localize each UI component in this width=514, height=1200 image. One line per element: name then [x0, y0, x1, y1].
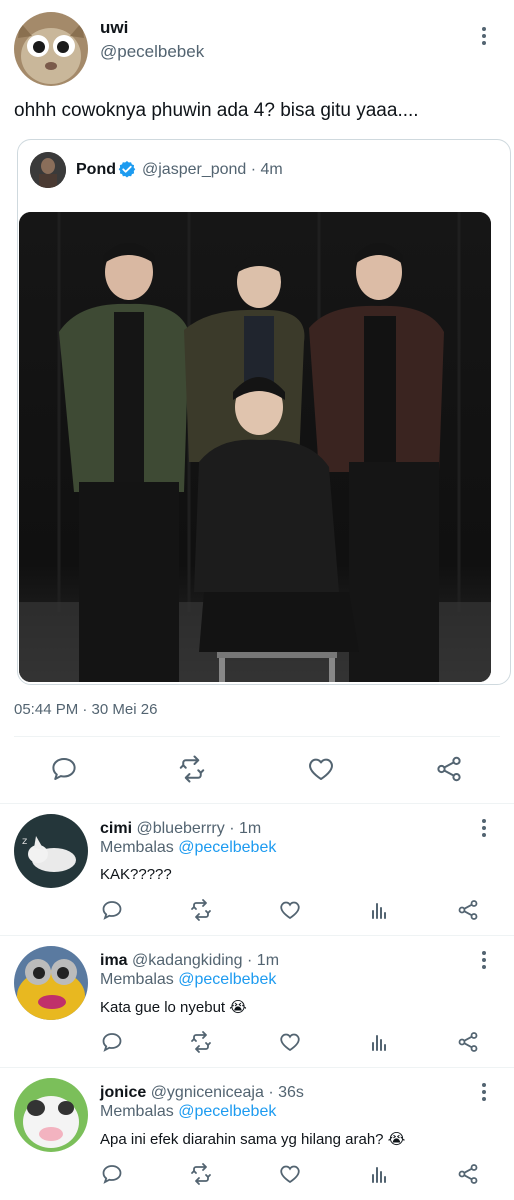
replying-to-link[interactable]: @pecelbebek [178, 839, 276, 856]
reply-text-content: Kata gue lo nyebut [100, 999, 230, 1016]
tweet-timestamp[interactable]: 05:44 PM · 30 Mei 26 [14, 701, 157, 718]
retweet-icon[interactable] [177, 754, 207, 784]
reply-header: jonice @ygniceniceaja · 36s [100, 1084, 304, 1102]
reply-author-name[interactable]: cimi [100, 820, 132, 837]
more-vertical-icon[interactable] [474, 1080, 494, 1104]
replying-to-link[interactable]: @pecelbebek [178, 1103, 276, 1120]
replying-to: Membalas @pecelbebek [100, 839, 276, 857]
reply-item[interactable]: ima @kadangkiding · 1m Membalas @pecelbe… [0, 936, 514, 1068]
reply-author-handle[interactable]: @kadangkiding · 1m [132, 952, 279, 969]
retweet-icon[interactable] [189, 898, 213, 922]
share-icon[interactable] [456, 898, 480, 922]
like-icon[interactable] [306, 754, 336, 784]
more-vertical-icon[interactable] [474, 24, 494, 48]
reply-text: Kata gue lo nyebut 😭 [100, 998, 247, 1016]
reply-icon[interactable] [100, 1162, 124, 1186]
reply-author-name[interactable]: jonice [100, 1084, 146, 1101]
reply-avatar[interactable] [14, 946, 88, 1020]
reply-avatar[interactable] [14, 1078, 88, 1152]
quoted-author-handle[interactable]: @jasper_pond · 4m [142, 161, 283, 179]
reply-header: ima @kadangkiding · 1m [100, 952, 279, 970]
reply-author-handle[interactable]: @ygniceniceaja · 36s [151, 1084, 304, 1101]
crying-emoji-icon: 😭 [387, 1131, 406, 1148]
retweet-icon[interactable] [189, 1162, 213, 1186]
reply-text-content: Apa ini efek diarahin sama yg hilang ara… [100, 1131, 388, 1148]
reply-text: KAK????? [100, 866, 172, 883]
crying-emoji-icon: 😭 [229, 999, 247, 1016]
quoted-author-name[interactable]: Pond [76, 161, 116, 179]
replying-label: Membalas [100, 839, 174, 856]
share-icon[interactable] [456, 1030, 480, 1054]
reply-action-bar [100, 896, 500, 924]
replying-label: Membalas [100, 1103, 174, 1120]
more-vertical-icon[interactable] [474, 816, 494, 840]
replying-label: Membalas [100, 971, 174, 988]
quoted-tweet[interactable]: Pond @jasper_pond · 4m [17, 139, 511, 685]
like-icon[interactable] [278, 1162, 302, 1186]
verified-badge-icon [118, 160, 136, 178]
author-handle[interactable]: @pecelbebek [100, 42, 204, 62]
quoted-author-avatar[interactable] [30, 152, 66, 188]
replying-to-link[interactable]: @pecelbebek [178, 971, 276, 988]
reply-action-bar [100, 1028, 500, 1056]
reply-item[interactable]: z cimi @blueberrry · 1m Membalas @pecelb… [0, 804, 514, 936]
stats-icon[interactable] [367, 1030, 391, 1054]
svg-text:z: z [22, 836, 27, 847]
reply-action-bar [100, 1160, 500, 1188]
quoted-photo[interactable] [19, 212, 491, 682]
share-icon[interactable] [456, 1162, 480, 1186]
share-icon[interactable] [434, 754, 464, 784]
reply-text: Apa ini efek diarahin sama yg hilang ara… [100, 1130, 405, 1148]
like-icon[interactable] [278, 1030, 302, 1054]
reply-icon[interactable] [49, 754, 79, 784]
more-vertical-icon[interactable] [474, 948, 494, 972]
tweet-text: ohhh cowoknya phuwin ada 4? bisa gitu ya… [14, 100, 419, 121]
reply-author-handle[interactable]: @blueberrry · 1m [136, 820, 261, 837]
author-avatar[interactable] [14, 12, 88, 86]
stats-icon[interactable] [367, 898, 391, 922]
reply-item[interactable]: jonice @ygniceniceaja · 36s Membalas @pe… [0, 1068, 514, 1200]
like-icon[interactable] [278, 898, 302, 922]
reply-author-name[interactable]: ima [100, 952, 128, 969]
stats-icon[interactable] [367, 1162, 391, 1186]
reply-icon[interactable] [100, 1030, 124, 1054]
author-name[interactable]: uwi [100, 18, 128, 38]
divider [14, 736, 500, 737]
replying-to: Membalas @pecelbebek [100, 1103, 276, 1121]
reply-header: cimi @blueberrry · 1m [100, 820, 261, 838]
reply-icon[interactable] [100, 898, 124, 922]
retweet-icon[interactable] [189, 1030, 213, 1054]
reply-avatar[interactable]: z [14, 814, 88, 888]
replying-to: Membalas @pecelbebek [100, 971, 276, 989]
